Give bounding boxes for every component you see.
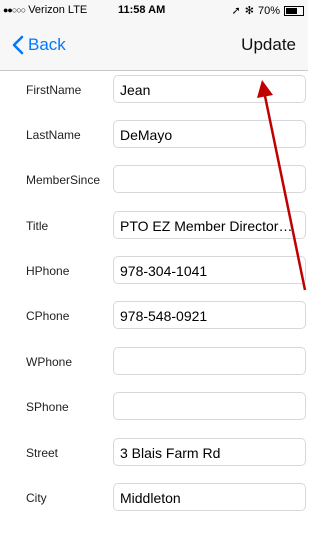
- battery-percent: 70%: [257, 4, 280, 17]
- form-row-cphone: CPhone 978-548-0921: [0, 297, 308, 337]
- form-row-hphone: HPhone 978-304-1041: [0, 252, 308, 292]
- form-row-membersince: MemberSince: [0, 161, 308, 201]
- lastname-field[interactable]: DeMayo: [113, 120, 306, 148]
- field-label: Title: [26, 219, 49, 233]
- status-right: ➚ ✻ 70%: [232, 4, 304, 17]
- cphone-field[interactable]: 978-548-0921: [113, 301, 306, 329]
- membersince-field[interactable]: [113, 165, 306, 193]
- city-field[interactable]: Middleton: [113, 483, 306, 511]
- form-row-sphone: SPhone: [0, 388, 308, 428]
- form-row-title: Title PTO EZ Member Directory…: [0, 207, 308, 247]
- street-field[interactable]: 3 Blais Farm Rd: [113, 438, 306, 466]
- field-label: HPhone: [26, 264, 70, 278]
- form-row-city: City Middleton: [0, 479, 308, 519]
- sphone-field[interactable]: [113, 392, 306, 420]
- form-row-lastname: LastName DeMayo: [0, 116, 308, 156]
- bluetooth-icon: ✻: [244, 5, 254, 17]
- wphone-field[interactable]: [113, 347, 306, 375]
- status-left: ●●○○○ Verizon LTE: [3, 4, 87, 16]
- status-bar: ●●○○○ Verizon LTE 11:58 AM ➚ ✻ 70%: [0, 0, 308, 22]
- field-label: WPhone: [26, 355, 73, 369]
- form-row-firstname: FirstName Jean: [0, 71, 308, 111]
- form-row-wphone: WPhone: [0, 343, 308, 383]
- hphone-field[interactable]: 978-304-1041: [113, 256, 306, 284]
- field-label: CPhone: [26, 309, 70, 323]
- title-field[interactable]: PTO EZ Member Directory…: [113, 211, 306, 239]
- network-type: LTE: [67, 4, 88, 16]
- battery-fill: [286, 7, 297, 14]
- field-label: LastName: [26, 128, 81, 142]
- field-label: SPhone: [26, 400, 69, 414]
- back-button-label: Back: [28, 35, 66, 54]
- status-time: 11:58 AM: [118, 4, 166, 16]
- field-label: FirstName: [26, 83, 82, 97]
- chevron-left-icon: [12, 35, 24, 55]
- back-button[interactable]: Back: [12, 35, 66, 55]
- field-label: Street: [26, 446, 59, 460]
- field-label: City: [26, 491, 47, 505]
- nav-bar: Back Update: [0, 22, 308, 71]
- update-button[interactable]: Update: [241, 35, 296, 55]
- location-icon: ➚: [231, 5, 241, 17]
- signal-strength-icon: ●●○○○: [3, 5, 26, 15]
- carrier-name: Verizon: [28, 4, 65, 16]
- form-row-street: Street 3 Blais Farm Rd: [0, 434, 308, 474]
- battery-icon: [284, 5, 304, 16]
- firstname-field[interactable]: Jean: [113, 75, 306, 103]
- field-label: MemberSince: [26, 173, 101, 187]
